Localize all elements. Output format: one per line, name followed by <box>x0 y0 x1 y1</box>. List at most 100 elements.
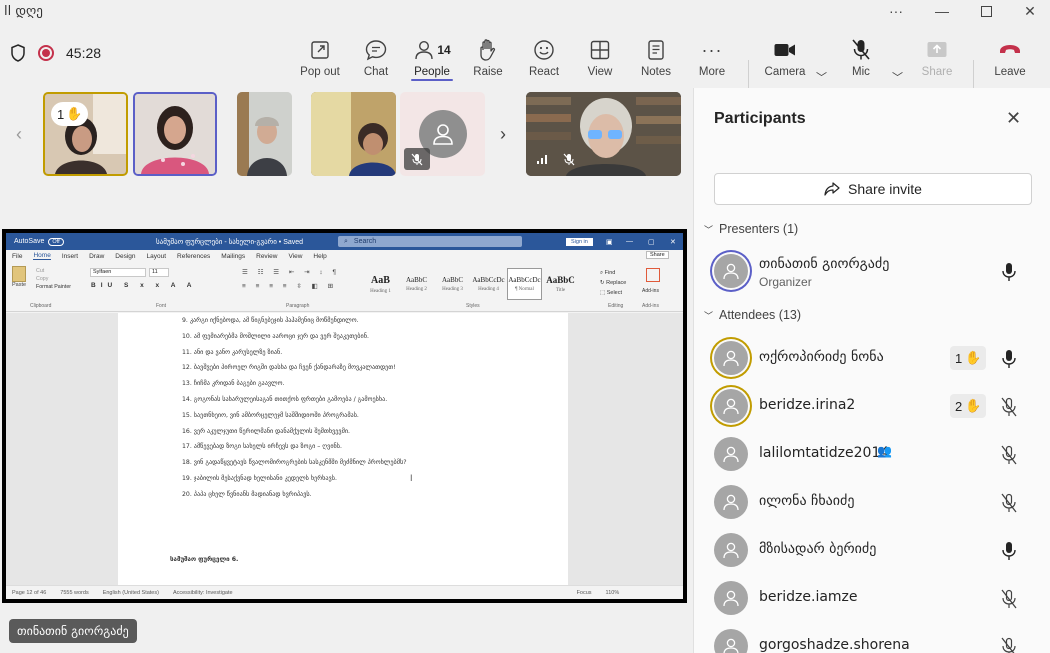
camera-button[interactable]: Camera <box>755 36 815 78</box>
paragraph-buttons[interactable]: ☰ ☷ ☰ ⇤ ⇥ ↕ ¶ <box>242 268 340 276</box>
recording-icon[interactable] <box>38 45 54 61</box>
copy-button[interactable]: Copy <box>36 275 71 283</box>
attendees-section-header[interactable]: ﹀ Attendees (13) <box>704 308 801 322</box>
status-item[interactable]: Accessibility: Investigate <box>173 590 233 596</box>
chat-button[interactable]: Chat <box>346 36 406 78</box>
person-icon <box>432 124 453 145</box>
share-invite-button[interactable]: Share invite <box>714 173 1032 205</box>
mic-off-icon <box>556 148 582 170</box>
alignment-buttons[interactable]: ≡ ≡ ≡ ≡ ⇳ ◧ ⊞ <box>242 282 337 290</box>
autosave-toggle[interactable]: Off <box>48 237 64 246</box>
person-icon <box>723 638 739 653</box>
minimize-button[interactable]: — <box>920 0 964 22</box>
participant-video-thumbnail[interactable] <box>133 92 217 176</box>
replace-button[interactable]: ↻ Replace <box>600 278 626 288</box>
participant-name: ოქროპირიძე ნონა <box>759 349 884 365</box>
participants-panel: Participants ✕ Share invite ﹀ Presenters… <box>693 88 1050 653</box>
next-chevron-icon[interactable]: › <box>500 124 506 145</box>
format-painter-button[interactable]: Format Painter <box>36 283 71 291</box>
mic-off-chip <box>404 148 430 170</box>
font-format-buttons[interactable]: BIU S x x A A <box>91 282 196 289</box>
leave-button[interactable]: Leave <box>980 36 1040 78</box>
participant-row-presenter[interactable]: თინათინ გიორგაძე Organizer <box>694 248 1050 294</box>
participant-video-thumbnail[interactable] <box>311 92 396 176</box>
word-menu-5[interactable]: Layout <box>147 253 167 260</box>
meeting-timer: 45:28 <box>66 45 102 61</box>
word-menu-8[interactable]: Review <box>256 253 277 260</box>
signal-icon <box>530 148 556 170</box>
word-close-icon[interactable]: ✕ <box>670 238 676 246</box>
shared-screen[interactable]: AutoSave Off სამუშაო ფურცლები - სახელი-გ… <box>2 229 687 603</box>
word-menu-2[interactable]: Insert <box>62 253 78 260</box>
more-options-icon[interactable]: ··· <box>874 0 918 22</box>
pop-out-icon <box>311 41 329 59</box>
close-window-button[interactable]: ✕ <box>1008 0 1050 22</box>
participant-video-thumbnail[interactable] <box>526 92 681 176</box>
view-button[interactable]: View <box>570 36 630 78</box>
participant-row[interactable]: მზისადარ ბერიძე <box>694 526 1050 572</box>
add-ins-icon[interactable] <box>646 268 660 282</box>
mic-button[interactable]: Mic <box>831 36 891 78</box>
participant-row[interactable]: lalilomtatidze2014 👥 <box>694 430 1050 476</box>
word-menu-3[interactable]: Draw <box>89 253 104 260</box>
word-share-button[interactable]: Share <box>646 251 669 259</box>
word-menu-7[interactable]: Mailings <box>221 253 245 260</box>
word-maximize-icon[interactable]: ▢ <box>648 238 655 246</box>
style-option[interactable]: AaBbCcDc Heading 4 <box>471 268 506 300</box>
style-option[interactable]: AaBbC Title <box>543 268 578 300</box>
mic-icon <box>1002 350 1016 368</box>
word-menu-10[interactable]: Help <box>313 253 326 260</box>
mic-icon <box>1002 263 1016 281</box>
word-signin-button[interactable]: Sign in <box>566 237 593 246</box>
font-name-box[interactable]: Sylfaen <box>90 268 146 277</box>
style-option[interactable]: AaB Heading 1 <box>363 268 398 300</box>
word-doc-title: სამუშაო ფურცლები - სახელი-გვარი • Saved <box>156 238 304 246</box>
word-menu-9[interactable]: View <box>288 253 302 260</box>
word-menu-1[interactable]: Home <box>33 252 51 260</box>
share-button[interactable]: Share <box>907 36 967 78</box>
paste-icon[interactable] <box>12 266 26 282</box>
participant-video-thumbnail[interactable]: 1 ✋ <box>43 92 128 176</box>
style-option[interactable]: AaBbC Heading 3 <box>435 268 470 300</box>
font-size-box[interactable]: 11 <box>149 268 169 277</box>
shield-icon[interactable] <box>10 44 26 62</box>
status-item[interactable]: 110% <box>606 590 620 596</box>
word-search-box[interactable]: ⌕ Search <box>338 236 522 247</box>
participant-row[interactable]: beridze.iamze <box>694 574 1050 620</box>
raise-hand-button[interactable]: Raise <box>458 36 518 78</box>
word-document-area[interactable]: 9. კარგი იქნებოდა, ამ წიგნებეჯის ჰაჰამენ… <box>6 313 683 585</box>
people-button[interactable]: 14 People <box>402 36 462 78</box>
participant-row[interactable]: beridze.irina2 2 ✋ <box>694 382 1050 428</box>
word-ribbon-display-icon[interactable]: ▣ <box>606 238 613 246</box>
participant-row[interactable]: ოქროპირიძე ნონა 1 ✋ <box>694 334 1050 380</box>
react-button[interactable]: React <box>514 36 574 78</box>
share-screen-icon <box>927 42 947 57</box>
mic-options-chevron-icon[interactable]: ﹀ <box>892 69 903 85</box>
status-item[interactable]: Focus <box>577 590 592 596</box>
presenter-name-tag: თინათინ გიორგაძე <box>9 619 137 643</box>
participant-video-thumbnail[interactable] <box>237 92 292 176</box>
mic-off-icon <box>1001 493 1017 513</box>
notes-button[interactable]: Notes <box>626 36 686 78</box>
cut-button[interactable]: Cut <box>36 267 71 275</box>
select-button[interactable]: ⬚ Select <box>600 288 626 298</box>
style-option[interactable]: AaBbCcDc ¶ Normal <box>507 268 542 300</box>
more-button[interactable]: ··· More <box>682 36 742 79</box>
close-panel-icon[interactable]: ✕ <box>1006 108 1021 129</box>
mic-off-icon <box>1001 445 1017 465</box>
pop-out-button[interactable]: Pop out <box>290 36 350 78</box>
participant-row[interactable]: ილონა ჩხაიძე <box>694 478 1050 524</box>
word-menu-0[interactable]: File <box>12 253 22 260</box>
find-button[interactable]: ⌕ Find <box>600 268 626 278</box>
previous-chevron-icon[interactable]: ‹ <box>16 124 22 145</box>
participants-title: Participants <box>714 110 806 127</box>
word-minimize-icon[interactable]: — <box>626 238 633 245</box>
presenters-section-header[interactable]: ﹀ Presenters (1) <box>704 222 798 236</box>
maximize-button[interactable] <box>964 0 1008 22</box>
word-menu-6[interactable]: References <box>177 253 210 260</box>
word-menu-4[interactable]: Design <box>115 253 135 260</box>
style-option[interactable]: AaBbC Heading 2 <box>399 268 434 300</box>
participant-row[interactable]: gorgoshadze.shorena <box>694 622 1050 653</box>
camera-options-chevron-icon[interactable]: ﹀ <box>816 69 827 85</box>
participant-name: თინათინ გიორგაძე <box>759 256 890 272</box>
